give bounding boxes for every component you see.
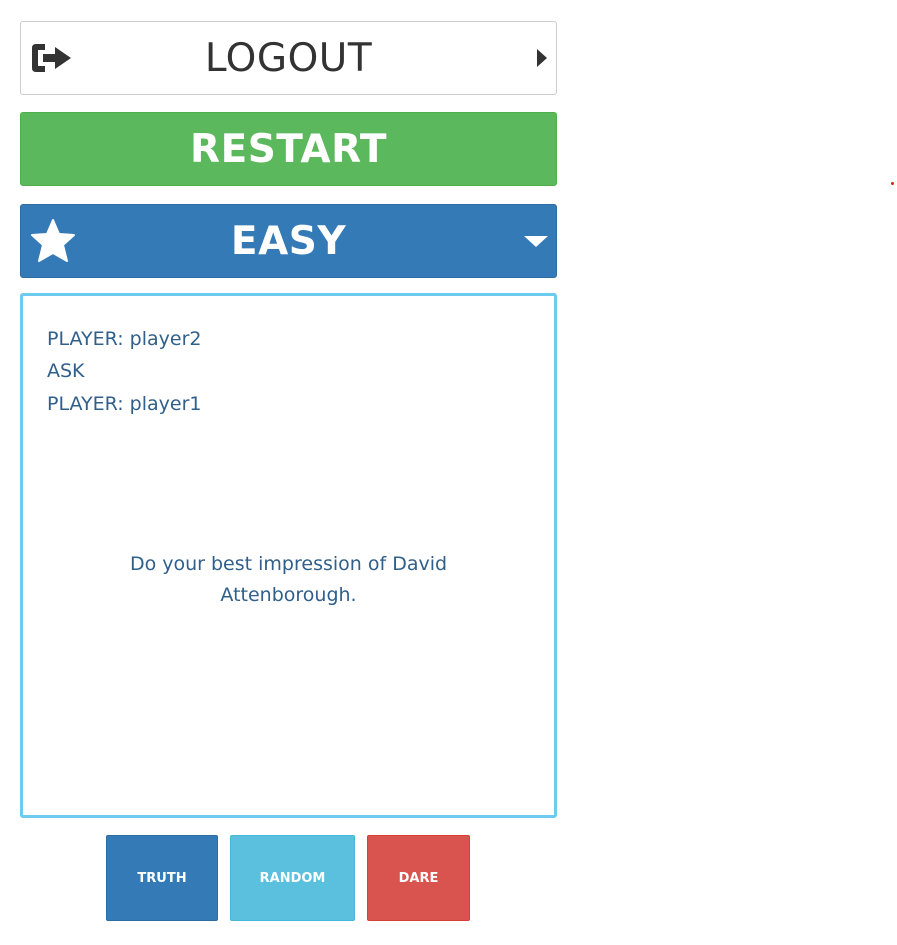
stray-dot (891, 182, 894, 185)
random-button[interactable]: RANDOM (230, 835, 355, 921)
star-icon (29, 218, 77, 264)
current-player-line: PLAYER: player2 (47, 328, 202, 350)
restart-label: RESTART (190, 126, 387, 172)
truth-button[interactable]: TRUTH (106, 835, 218, 921)
challenge-text: Do your best impression of David Attenbo… (129, 553, 448, 606)
logout-label: LOGOUT (204, 35, 373, 81)
truth-label: TRUTH (137, 870, 187, 886)
target-player-line: PLAYER: player1 (47, 393, 202, 415)
app-root: LOGOUT RESTART EASY PLAYER: player2 ASK … (0, 0, 897, 945)
sign-out-icon (29, 41, 75, 75)
restart-button[interactable]: RESTART (20, 112, 557, 186)
caret-down-icon (522, 231, 550, 251)
action-line: ASK (47, 360, 85, 382)
difficulty-label: EASY (230, 218, 347, 264)
game-panel: PLAYER: player2 ASK PLAYER: player1 Do y… (20, 293, 557, 818)
caret-right-icon (530, 46, 550, 70)
random-label: RANDOM (259, 870, 326, 886)
difficulty-dropdown[interactable]: EASY (20, 204, 557, 278)
dare-label: DARE (398, 870, 439, 886)
logout-button[interactable]: LOGOUT (20, 21, 557, 95)
dare-button[interactable]: DARE (367, 835, 470, 921)
